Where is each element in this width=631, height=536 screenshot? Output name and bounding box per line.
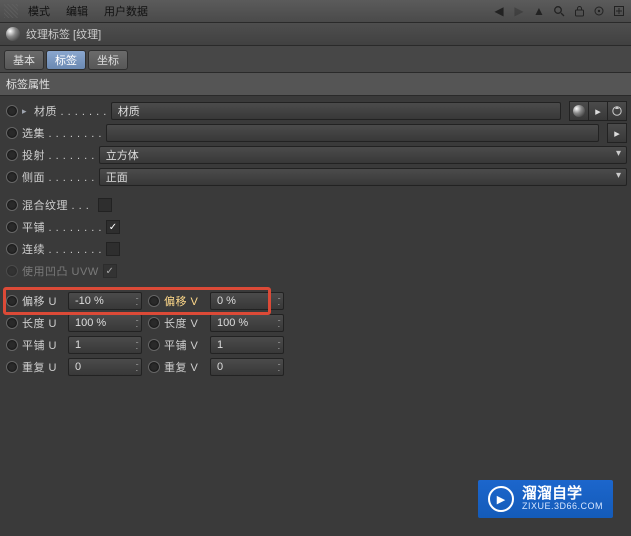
label-selection: 选集 . . . . . . . . (22, 125, 102, 141)
label-offset-v: 偏移 V (164, 293, 206, 309)
label-rep-u: 重复 U (22, 359, 64, 375)
length-v-value: 100 % (217, 317, 248, 329)
mix-checkbox[interactable] (98, 198, 112, 212)
nav-back-icon[interactable]: ◀ (491, 3, 507, 19)
tab-bar: 基本 标签 坐标 (0, 46, 631, 72)
property-body: ▸ 材质 . . . . . . . 材质 ▸ 选集 . . . . . . .… (0, 96, 631, 382)
anim-dot[interactable] (6, 339, 18, 351)
material-ball-icon (6, 27, 20, 41)
anim-dot[interactable] (6, 171, 18, 183)
offset-v-input[interactable]: 0 % (210, 292, 284, 310)
material-field[interactable]: 材质 (111, 102, 561, 120)
anim-dot[interactable] (6, 127, 18, 139)
drag-grip-icon[interactable] (4, 4, 18, 18)
label-side: 侧面 . . . . . . . (22, 169, 95, 185)
anim-dot[interactable] (6, 199, 18, 211)
tile-u-input[interactable]: 1 (68, 336, 142, 354)
offset-u-value: -10 % (75, 295, 104, 307)
material-pick-icon[interactable] (608, 101, 627, 121)
label-tile-v: 平铺 V (164, 337, 206, 353)
label-projection: 投射 . . . . . . . (22, 147, 95, 163)
tile-v-value: 1 (217, 339, 223, 351)
selection-expand-icon[interactable]: ▸ (607, 123, 627, 143)
tile-checkbox[interactable] (106, 220, 120, 234)
target-icon[interactable] (591, 3, 607, 19)
label-length-u: 长度 U (22, 315, 64, 331)
anim-dot[interactable] (6, 243, 18, 255)
anim-dot[interactable] (6, 361, 18, 373)
anim-dot[interactable] (6, 105, 18, 117)
label-tile: 平铺 . . . . . . . . (22, 219, 102, 235)
side-value: 正面 (106, 169, 128, 185)
label-useuvw: 使用凹凸 UVW (22, 263, 99, 279)
length-u-input[interactable]: 100 % (68, 314, 142, 332)
length-u-value: 100 % (75, 317, 106, 329)
seamless-checkbox[interactable] (106, 242, 120, 256)
expand-icon[interactable]: ▸ (22, 106, 30, 117)
label-seamless: 连续 . . . . . . . . (22, 241, 102, 257)
menubar: 模式 编辑 用户数据 ◀ ▶ ▲ (0, 0, 631, 23)
search-icon[interactable] (551, 3, 567, 19)
watermark-sub: ZIXUE.3D66.COM (522, 502, 603, 511)
tab-coord[interactable]: 坐标 (88, 50, 128, 70)
panel-title: 纹理标签 [纹理] (26, 26, 101, 42)
anim-dot[interactable] (148, 317, 160, 329)
length-v-input[interactable]: 100 % (210, 314, 284, 332)
label-rep-v: 重复 V (164, 359, 206, 375)
anim-dot[interactable] (6, 317, 18, 329)
material-value: 材质 (118, 103, 140, 119)
anim-dot[interactable] (148, 295, 160, 307)
tile-v-input[interactable]: 1 (210, 336, 284, 354)
tab-basic[interactable]: 基本 (4, 50, 44, 70)
tab-tag[interactable]: 标签 (46, 50, 86, 70)
panel-header: 纹理标签 [纹理] (0, 23, 631, 46)
row-offset: 偏移 U -10 % 偏移 V 0 % (4, 290, 627, 312)
label-offset-u: 偏移 U (22, 293, 64, 309)
useuvw-checkbox[interactable] (103, 264, 117, 278)
rep-v-input[interactable]: 0 (210, 358, 284, 376)
anim-dot[interactable] (148, 361, 160, 373)
menu-userdata[interactable]: 用户数据 (98, 1, 154, 21)
anim-dot[interactable] (6, 265, 18, 277)
label-length-v: 长度 V (164, 315, 206, 331)
anim-dot[interactable] (6, 221, 18, 233)
rep-u-value: 0 (75, 361, 81, 373)
label-material: 材质 . . . . . . . (34, 103, 107, 119)
projection-value: 立方体 (106, 147, 139, 163)
watermark: ▶ 溜溜自学 ZIXUE.3D66.COM (478, 480, 613, 518)
tile-u-value: 1 (75, 339, 81, 351)
projection-select[interactable]: 立方体 (99, 146, 627, 164)
offset-u-input[interactable]: -10 % (68, 292, 142, 310)
offset-v-value: 0 % (217, 295, 236, 307)
anim-dot[interactable] (6, 295, 18, 307)
lock-icon[interactable] (571, 3, 587, 19)
side-select[interactable]: 正面 (99, 168, 627, 186)
play-circle-icon: ▶ (488, 486, 514, 512)
nav-fwd-icon[interactable]: ▶ (511, 3, 527, 19)
watermark-title: 溜溜自学 (522, 486, 603, 502)
label-tile-u: 平铺 U (22, 337, 64, 353)
material-preview-icon[interactable] (569, 101, 589, 121)
rep-u-input[interactable]: 0 (68, 358, 142, 376)
anim-dot[interactable] (148, 339, 160, 351)
label-mix: 混合纹理 . . . (22, 197, 94, 213)
section-title: 标签属性 (0, 72, 631, 96)
material-expand-icon[interactable]: ▸ (589, 101, 608, 121)
rep-v-value: 0 (217, 361, 223, 373)
menu-mode[interactable]: 模式 (22, 1, 56, 21)
new-icon[interactable] (611, 3, 627, 19)
nav-up-icon[interactable]: ▲ (531, 3, 547, 19)
menu-edit[interactable]: 编辑 (60, 1, 94, 21)
anim-dot[interactable] (6, 149, 18, 161)
selection-field[interactable] (106, 124, 599, 142)
